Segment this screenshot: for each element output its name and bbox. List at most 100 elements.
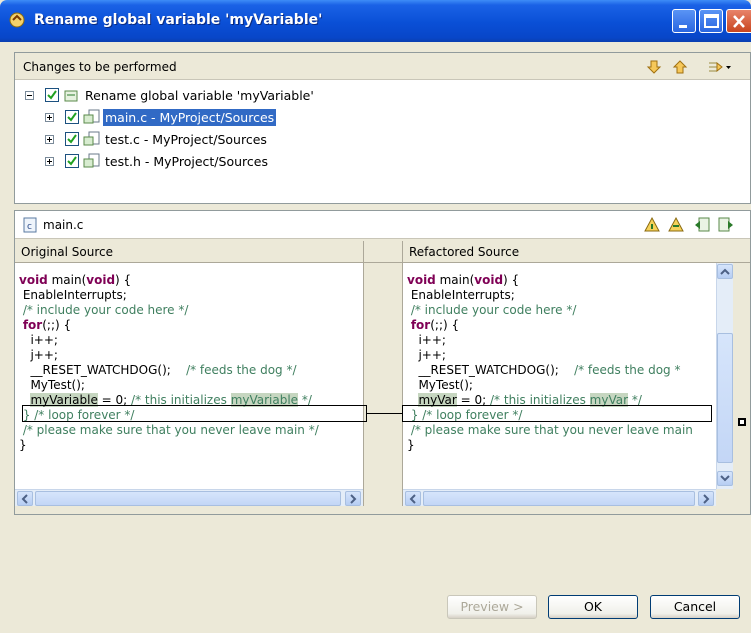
code-line: for(;;) {: [22, 318, 72, 332]
copy-all-right-icon[interactable]: [667, 216, 685, 234]
code-line: EnableInterrupts;: [407, 288, 515, 302]
window-title: Rename global variable 'myVariable': [34, 12, 323, 28]
checkbox[interactable]: [65, 110, 79, 124]
center-header: [363, 241, 403, 263]
scroll-left-button[interactable]: [17, 491, 33, 506]
minimize-button[interactable]: [672, 9, 696, 33]
scroll-left-button[interactable]: [405, 491, 421, 506]
check-icon: [67, 112, 77, 122]
chevron-up-icon: [720, 268, 730, 275]
code-line: for(;;) {: [410, 318, 460, 332]
check-icon: [67, 156, 77, 166]
compare-file-name: main.c: [43, 218, 84, 232]
tree-item-test-c[interactable]: test.c - MyProject/Sources: [45, 130, 365, 150]
minimize-icon: [679, 25, 687, 28]
code-line: void main(void) {: [407, 273, 520, 287]
maximize-button[interactable]: [699, 9, 723, 33]
tree-item-label: test.c - MyProject/Sources: [105, 132, 267, 147]
scroll-up-button[interactable]: [717, 264, 733, 279]
original-source-label: Original Source: [21, 245, 113, 259]
checkbox[interactable]: [65, 154, 79, 168]
next-change-icon[interactable]: [645, 58, 663, 76]
tree-item-label: test.h - MyProject/Sources: [105, 154, 268, 169]
tree-item-label: main.c - MyProject/Sources: [103, 109, 277, 126]
collapse-toggle[interactable]: [25, 91, 34, 100]
maximize-icon: [704, 14, 719, 28]
chevron-down-icon: [720, 475, 730, 482]
tree-item-main-c[interactable]: main.c - MyProject/Sources: [45, 108, 365, 128]
scroll-thumb[interactable]: [35, 491, 341, 506]
scroll-thumb[interactable]: [423, 491, 695, 506]
refactored-change-box: [402, 405, 712, 422]
file-change-icon: [83, 109, 100, 124]
title-bar[interactable]: Rename global variable 'myVariable': [0, 0, 751, 42]
code-line: EnableInterrupts;: [19, 288, 127, 302]
diff-connector: [363, 263, 403, 506]
checkbox[interactable]: [65, 132, 79, 146]
file-change-icon: [83, 153, 100, 168]
file-change-icon: [83, 131, 100, 146]
refactored-source-header: Refactored Source: [403, 241, 750, 263]
code-line: __RESET_WATCHDOG(); /* feeds the dog */: [19, 363, 297, 377]
code-line: MyTest();: [19, 378, 85, 392]
expand-toggle[interactable]: [45, 157, 54, 166]
refactored-horizontal-scrollbar[interactable]: [403, 489, 716, 506]
scroll-down-button[interactable]: [717, 471, 733, 486]
expand-toggle[interactable]: [45, 113, 54, 122]
check-icon: [47, 90, 57, 100]
changes-panel: Changes to be performed Rename global va…: [14, 52, 751, 204]
code-line: /* please make sure that you never leave…: [407, 423, 693, 437]
c-file-icon: c: [23, 217, 37, 233]
change-marker[interactable]: [738, 418, 746, 426]
code-line: /* include your code here */: [407, 303, 577, 317]
original-change-box: [22, 405, 367, 422]
expand-toggle[interactable]: [45, 135, 54, 144]
code-line: i++;: [19, 333, 58, 347]
preview-button[interactable]: Preview >: [447, 595, 537, 619]
previous-difference-icon[interactable]: [717, 216, 735, 234]
code-line: void main(void) {: [19, 273, 132, 287]
changes-header: Changes to be performed: [15, 53, 750, 80]
original-source-pane[interactable]: void main(void) { EnableInterrupts; /* i…: [15, 263, 363, 489]
chevron-left-icon: [21, 494, 28, 504]
compare-header: c main.c: [15, 211, 750, 239]
code-line: __RESET_WATCHDOG(); /* feeds the dog *: [407, 363, 681, 377]
change-link-line: [366, 413, 403, 414]
code-line: i++;: [407, 333, 446, 347]
chevron-right-icon: [350, 494, 357, 504]
cancel-button[interactable]: Cancel: [650, 595, 740, 619]
rename-icon: [64, 90, 78, 102]
changes-header-label: Changes to be performed: [23, 60, 177, 74]
copy-all-left-icon[interactable]: [643, 216, 661, 234]
scroll-thumb[interactable]: [717, 333, 733, 463]
original-horizontal-scrollbar[interactable]: [15, 489, 363, 506]
code-line: }: [19, 438, 27, 452]
scroll-right-button[interactable]: [345, 491, 361, 506]
tree-root-label: Rename global variable 'myVariable': [85, 88, 314, 103]
previous-change-icon[interactable]: [671, 58, 689, 76]
chevron-left-icon: [409, 494, 416, 504]
code-line: /* please make sure that you never leave…: [19, 423, 319, 437]
check-icon: [67, 134, 77, 144]
code-line: }: [407, 438, 415, 452]
checkbox[interactable]: [45, 88, 59, 102]
tree-root-row[interactable]: Rename global variable 'myVariable': [25, 86, 425, 106]
compare-panel: c main.c Original Source Refactored Sour…: [14, 210, 751, 515]
code-line: j++;: [19, 348, 58, 362]
chevron-right-icon: [703, 494, 710, 504]
view-menu-icon[interactable]: [707, 58, 733, 76]
refactored-source-label: Refactored Source: [409, 245, 520, 259]
tree-item-test-h[interactable]: test.h - MyProject/Sources: [45, 152, 365, 172]
refactor-icon: [9, 12, 25, 28]
close-button[interactable]: [726, 9, 751, 33]
original-source-header: Original Source: [15, 241, 363, 263]
scroll-right-button[interactable]: [698, 491, 714, 506]
refactored-source-pane[interactable]: void main(void) { EnableInterrupts; /* i…: [403, 263, 716, 489]
code-line: /* include your code here */: [19, 303, 189, 317]
next-difference-icon[interactable]: [693, 216, 711, 234]
vertical-scrollbar[interactable]: [716, 263, 733, 489]
svg-text:c: c: [27, 222, 32, 232]
ok-button[interactable]: OK: [548, 595, 638, 619]
code-line: j++;: [407, 348, 446, 362]
close-icon: [733, 15, 745, 28]
